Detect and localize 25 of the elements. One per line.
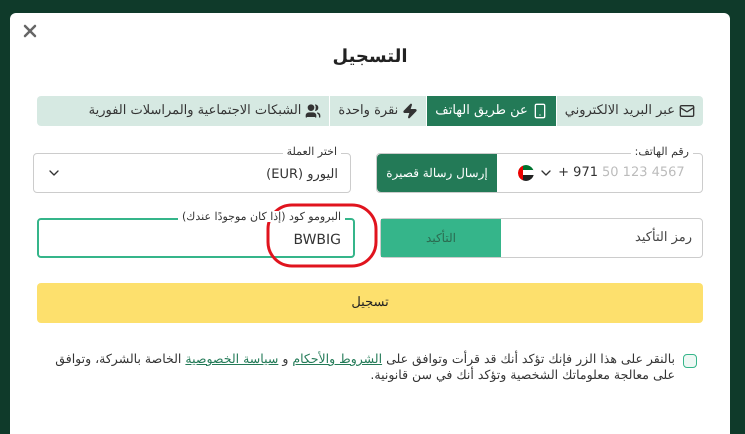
consent-checkbox[interactable] [683,354,697,368]
envelope-icon [679,103,695,119]
field-label: اختر العملة [282,146,341,157]
field-label: البرومو كود (إذا كان موجودًا عندك) [178,211,345,222]
phone-input[interactable]: 50 123 4567 [602,163,692,183]
dialog-title: التسجيل [332,45,408,69]
privacy-link[interactable]: سياسة الخصوصية [185,351,278,366]
currency-value: اليورو (EUR) [266,166,338,184]
terms-link[interactable]: الشروط والأحكام [292,351,382,366]
bolt-icon [402,103,418,119]
flag-icon[interactable] [518,165,534,181]
register-button[interactable]: تسجيل [37,283,703,323]
tab[interactable]: الشبكات الاجتماعية والمراسلات الفورية [37,96,330,126]
confirmation-field[interactable]: رمز التأكيد التأكيد [380,218,703,258]
phone-icon [532,103,548,119]
tab[interactable]: عن طريق الهاتف [426,96,556,126]
promo-value: BWBIG [293,230,341,250]
tab[interactable]: عبر البريد الالكتروني [556,96,703,126]
field-label: رقم الهاتف: [630,146,693,157]
country-code: + 971 [558,164,598,182]
code-placeholder: رمز التأكيد [625,228,702,248]
send-sms-button[interactable]: إرسال رسالة قصيرة [377,154,497,192]
tab[interactable]: نقرة واحدة [329,96,426,126]
consent-text: بالنقر على هذا الزر فإنك تؤكد أنك قد قرأت وتوافق على الشروط والأحكام و سياسة الخصوصية الخاصة بالشركة، وتوافق على معالجة معلوماتك الشخصية وتؤكد أنك في سن قانونية. [54,351,675,383]
people-icon [305,103,322,119]
